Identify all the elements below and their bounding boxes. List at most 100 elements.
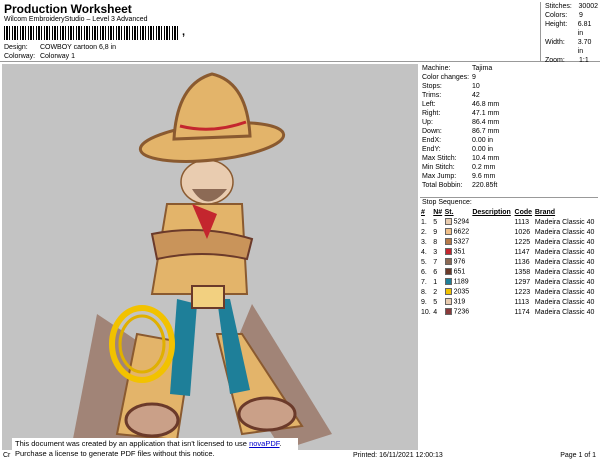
row-number: 3.	[421, 238, 427, 246]
row-stitches: 976	[444, 257, 472, 267]
row-description	[471, 267, 513, 277]
design-summary: Stitches: 30002 Colors: 9 Height: 6.81 in W…	[540, 2, 598, 64]
row-brand: Madeira Classic 40	[534, 258, 595, 266]
info-row: Right: 47.1 mm	[422, 110, 500, 117]
row-brand: Madeira Classic 40	[534, 248, 595, 256]
row-stitches: 319	[444, 297, 472, 307]
row-code: 1225	[514, 238, 531, 246]
table-row: 10. 4 7236 1174 Madeira Classic 40	[420, 307, 598, 317]
color-swatch	[444, 308, 452, 316]
row-brand: Madeira Classic 40	[534, 298, 595, 306]
stitch-count: 651	[453, 268, 466, 276]
colorway-row: Colorway: Colorway 1	[4, 53, 75, 60]
color-swatch	[444, 268, 452, 276]
col-needle: N#	[433, 209, 443, 216]
row-brand: Madeira Classic 40	[534, 268, 595, 276]
row-code: 1026	[514, 228, 531, 236]
row-needle: 8	[433, 238, 438, 246]
col-stitches: St.	[444, 209, 454, 216]
left-boot	[124, 402, 180, 438]
row-needle: 5	[433, 298, 438, 306]
info-row: Max Jump: 9.6 mm	[422, 173, 496, 180]
summary-row: Stitches: 30002	[545, 3, 598, 10]
color-swatch	[444, 218, 452, 226]
software-name: Wilcom EmbroideryStudio – Level 3 Advanc…	[4, 16, 148, 23]
row-code: 1223	[514, 288, 531, 296]
info-row: Total Bobbin: 220.85ft	[422, 182, 498, 189]
row-stitches: 5327	[444, 237, 472, 247]
table-row: 9. 5 319 1113 Madeira Classic 40	[420, 297, 598, 307]
row-stitches: 7236	[444, 307, 472, 317]
row-description	[471, 237, 513, 247]
color-swatch	[444, 228, 452, 236]
footer-left: Cr	[3, 452, 11, 459]
design-preview	[2, 64, 418, 450]
info-row: Down: 86.7 mm	[422, 128, 500, 135]
row-code: 1136	[514, 258, 530, 266]
colorway-value: Colorway 1	[39, 53, 75, 60]
table-header-row: # N# St. Description Code Brand	[420, 208, 598, 217]
row-code: 1297	[514, 278, 531, 286]
row-description	[471, 307, 513, 317]
page-number: Page 1 of 1	[560, 452, 596, 459]
row-stitches: 651	[444, 267, 472, 277]
novapdf-link[interactable]: novaPDF	[249, 439, 279, 448]
row-needle: 5	[433, 218, 438, 226]
row-description	[471, 277, 513, 287]
row-description	[471, 227, 513, 237]
row-needle: 9	[433, 228, 438, 236]
color-swatch	[444, 298, 452, 306]
row-brand: Madeira Classic 40	[534, 218, 595, 226]
summary-row: Height: 6.81 in	[545, 21, 592, 37]
info-row: EndY: 0.00 in	[422, 146, 494, 153]
stitch-count: 5294	[453, 218, 470, 226]
row-number: 1.	[421, 218, 427, 226]
color-swatch	[444, 238, 452, 246]
row-brand: Madeira Classic 40	[534, 228, 595, 236]
row-number: 6.	[421, 268, 427, 276]
row-brand: Madeira Classic 40	[534, 308, 595, 316]
row-code: 1113	[514, 218, 530, 226]
table-row: 7. 1 1189 1297 Madeira Classic 40	[420, 277, 598, 287]
license-notice: This document was created by an applicat…	[12, 438, 298, 462]
stop-sequence-table: # N# St. Description Code Brand 1. 5 5294 1…	[420, 208, 598, 317]
info-row: Max Stitch: 10.4 mm	[422, 155, 500, 162]
row-number: 5.	[421, 258, 427, 266]
table-row: 1. 5 5294 1113 Madeira Classic 40	[420, 217, 598, 227]
page-title: Production Worksheet	[4, 2, 132, 16]
barcode	[4, 26, 180, 40]
row-stitches: 2035	[444, 287, 472, 297]
row-brand: Madeira Classic 40	[534, 238, 595, 246]
info-row: Stops: 10	[422, 83, 480, 90]
row-stitches: 5294	[444, 217, 472, 227]
stitch-count: 7236	[453, 308, 470, 316]
row-description	[471, 297, 513, 307]
table-row: 5. 7 976 1136 Madeira Classic 40	[420, 257, 598, 267]
row-stitches: 351	[444, 247, 472, 257]
row-code: 1358	[514, 268, 531, 276]
cowboy-embroidery-illustration	[72, 72, 332, 450]
color-swatch	[444, 278, 452, 286]
row-needle: 3	[433, 248, 438, 256]
stitch-count: 976	[453, 258, 466, 266]
table-row: 8. 2 2035 1223 Madeira Classic 40	[420, 287, 598, 297]
design-value: COWBOY cartoon 6,8 in	[39, 44, 117, 51]
info-row: Machine: Tajima	[422, 65, 493, 72]
worksheet-header: Production Worksheet Wilcom EmbroiderySt…	[0, 0, 600, 64]
info-row: Min Stitch: 0.2 mm	[422, 164, 496, 171]
stitch-count: 5327	[453, 238, 470, 246]
info-row: Color changes: 9	[422, 74, 476, 81]
color-swatch	[444, 288, 452, 296]
row-code: 1174	[514, 308, 530, 316]
design-row: Design: COWBOY cartoon 6,8 in	[4, 44, 116, 51]
printed-timestamp: Printed: 16/11/2021 12:00:13	[353, 452, 443, 459]
row-number: 10.	[421, 308, 431, 316]
colorway-label: Colorway:	[4, 53, 36, 60]
row-stitches: 1189	[444, 277, 472, 287]
barcode-suffix: ,	[182, 26, 186, 38]
row-needle: 6	[433, 268, 438, 276]
col-number: #	[421, 209, 425, 216]
belt-buckle	[191, 285, 225, 309]
stitch-count: 1189	[453, 278, 469, 286]
row-needle: 2	[433, 288, 438, 296]
